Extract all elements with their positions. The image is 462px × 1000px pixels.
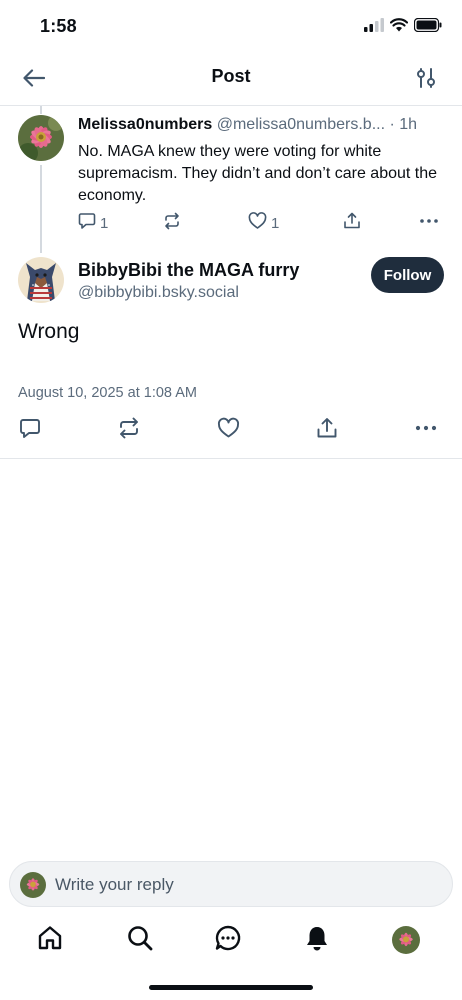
parent-share-button[interactable] (343, 212, 361, 234)
main-post-actions (0, 416, 462, 444)
status-time: 1:58 (40, 16, 77, 36)
reply-composer[interactable]: Write your reply (9, 861, 453, 907)
parent-reply-count: 1 (100, 214, 109, 232)
thread-line (40, 106, 42, 114)
reply-button[interactable] (16, 416, 44, 444)
repost-button[interactable] (115, 416, 143, 444)
reply-placeholder[interactable]: Write your reply (55, 875, 174, 895)
parent-repost-button[interactable] (163, 212, 181, 234)
nav-notifications[interactable] (301, 924, 333, 956)
page-header: Post (0, 54, 462, 106)
home-icon (36, 924, 64, 957)
filter-sliders-icon (416, 67, 436, 93)
parent-post-header: Melissa0numbers @melissa0numbers.b... · … (78, 116, 448, 134)
reply-icon (19, 417, 41, 444)
wifi-icon (389, 18, 409, 37)
parent-reply-button[interactable]: 1 (78, 212, 108, 234)
like-icon (248, 212, 267, 234)
chat-icon (214, 924, 242, 957)
more-button[interactable] (412, 416, 440, 444)
nav-home[interactable] (34, 924, 66, 956)
main-post-text[interactable]: Wrong (18, 320, 79, 344)
home-indicator (149, 985, 313, 990)
nav-chat[interactable] (212, 924, 244, 956)
parent-post-age[interactable]: 1h (399, 116, 417, 133)
nav-search[interactable] (124, 924, 156, 956)
share-button[interactable] (313, 416, 341, 444)
repost-icon (163, 212, 181, 234)
status-bar: 1:58 (0, 0, 462, 54)
status-icons (364, 17, 442, 37)
main-author-handle[interactable]: @bibbybibi.bsky.social (78, 284, 239, 302)
parent-post-actions: 1 1 (78, 212, 448, 236)
composer-avatar (20, 872, 46, 898)
share-icon (316, 417, 338, 444)
follow-button[interactable]: Follow (371, 257, 444, 293)
more-icon (419, 212, 439, 234)
parent-like-button[interactable]: 1 (248, 212, 279, 234)
parent-post-text[interactable]: No. MAGA knew they were voting for white… (78, 141, 438, 207)
post-timestamp: August 10, 2025 at 1:08 AM (18, 385, 197, 401)
post-divider (0, 458, 462, 459)
repost-icon (118, 417, 140, 444)
battery-icon (413, 17, 442, 37)
thread-options-button[interactable] (410, 64, 442, 96)
reply-icon (78, 212, 96, 234)
main-author-name[interactable]: BibbyBibi the MAGA furry (78, 260, 299, 281)
like-button[interactable] (214, 416, 242, 444)
parent-author-handle[interactable]: @melissa0numbers.b... (217, 116, 385, 133)
signal-icon (364, 18, 384, 37)
bell-icon (303, 924, 331, 957)
bottom-nav (0, 918, 462, 962)
nav-profile-avatar[interactable] (392, 926, 420, 954)
search-icon (126, 924, 154, 957)
main-author-avatar[interactable] (18, 257, 64, 303)
separator-dot: · (389, 116, 395, 133)
parent-like-count: 1 (271, 214, 280, 232)
parent-more-button[interactable] (419, 212, 439, 234)
share-icon (343, 212, 361, 234)
thread-connector-line (40, 165, 42, 253)
more-icon (414, 417, 438, 444)
page-title: Post (211, 66, 251, 86)
like-icon (217, 417, 240, 444)
parent-author-avatar[interactable] (18, 115, 64, 161)
parent-author-name[interactable]: Melissa0numbers (78, 116, 212, 133)
